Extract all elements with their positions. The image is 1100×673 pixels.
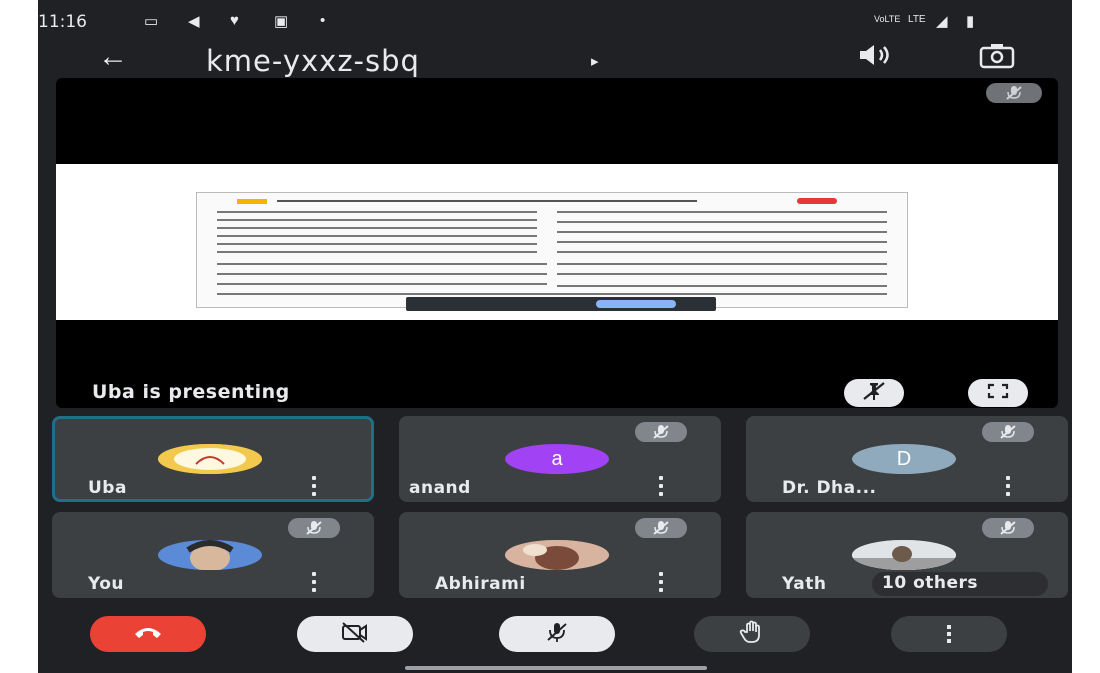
camera-toggle-button[interactable] <box>297 616 413 652</box>
document-page <box>196 192 908 308</box>
avatar <box>505 540 609 570</box>
back-arrow-icon[interactable]: ← <box>98 40 128 74</box>
battery-icon: ▮ <box>966 13 975 30</box>
participant-tile[interactable]: Abhirami <box>399 512 721 598</box>
participant-tile[interactable]: You <box>52 512 374 598</box>
participant-name: You <box>88 574 125 594</box>
end-call-button[interactable] <box>90 616 206 652</box>
meeting-code[interactable]: kme-yxxz-sbq <box>206 44 420 78</box>
presentation-stage[interactable]: Uba is presenting <box>56 78 1058 408</box>
mic-off-icon <box>288 518 340 538</box>
mic-off-icon <box>982 518 1034 538</box>
switch-camera-icon[interactable] <box>978 42 1016 75</box>
others-count: 10 others <box>882 573 979 593</box>
chat-icon: ♥ <box>230 12 239 29</box>
avatar-letter: D <box>896 447 912 470</box>
speaker-icon[interactable] <box>856 42 894 73</box>
meeting-info-caret-icon[interactable]: ▸ <box>591 52 599 70</box>
more-vert-icon[interactable] <box>310 572 318 592</box>
mic-off-icon <box>635 518 687 538</box>
status-time: 11:16 <box>38 12 87 32</box>
more-options-button[interactable] <box>891 616 1007 652</box>
more-vert-icon[interactable] <box>657 476 665 496</box>
meet-app-screen: 11:16 ▭ ◀ ♥ ▣ • VoLTE LTE ◢ ▮ ← kme-yxxz… <box>38 0 1072 673</box>
more-vert-icon[interactable] <box>657 572 665 592</box>
mic-off-icon <box>635 422 687 442</box>
fullscreen-icon <box>986 382 1010 405</box>
shared-document <box>56 164 1058 320</box>
more-vert-icon[interactable] <box>1004 476 1012 496</box>
others-pill[interactable]: 10 others <box>872 572 1048 596</box>
avatar <box>158 444 262 474</box>
gallery-icon: ▣ <box>274 13 289 30</box>
home-indicator[interactable] <box>405 666 707 670</box>
camera-off-icon <box>340 621 370 648</box>
presenting-label: Uba is presenting <box>92 381 290 403</box>
camera-icon: ▭ <box>144 13 159 30</box>
participant-name: Uba <box>88 478 127 498</box>
document-toast <box>406 297 716 311</box>
toast-action-button <box>596 300 676 308</box>
unpin-icon <box>861 381 887 406</box>
avatar: D <box>852 444 956 474</box>
participant-tile[interactable]: a anand <box>399 416 721 502</box>
mic-off-icon <box>986 83 1042 103</box>
more-vert-icon[interactable] <box>310 476 318 496</box>
participant-name: Abhirami <box>435 574 526 594</box>
more-vert-icon <box>947 625 951 643</box>
participant-name: anand <box>409 478 471 498</box>
lte-signal-icon: LTE <box>908 14 926 25</box>
avatar <box>158 540 262 570</box>
dot-icon: • <box>320 12 326 29</box>
end-call-icon <box>133 624 163 645</box>
avatar-letter: a <box>551 447 563 470</box>
navigation-icon: ◀ <box>188 13 200 30</box>
avatar: a <box>505 444 609 474</box>
participant-tile[interactable]: D Dr. Dha... <box>746 416 1068 502</box>
participant-tile[interactable]: Uba <box>52 416 374 502</box>
volte-icon: VoLTE <box>874 14 901 24</box>
mic-off-icon <box>982 422 1034 442</box>
participant-name: Dr. Dha... <box>782 478 877 498</box>
raise-hand-button[interactable] <box>694 616 810 652</box>
participant-name: Yath <box>782 574 827 594</box>
signal-icon: ◢ <box>936 13 948 30</box>
fullscreen-button[interactable] <box>968 379 1028 407</box>
unpin-button[interactable] <box>844 379 904 407</box>
raise-hand-icon <box>739 620 765 649</box>
avatar <box>852 540 956 570</box>
mic-toggle-button[interactable] <box>499 616 615 652</box>
mic-off-icon <box>544 621 570 648</box>
